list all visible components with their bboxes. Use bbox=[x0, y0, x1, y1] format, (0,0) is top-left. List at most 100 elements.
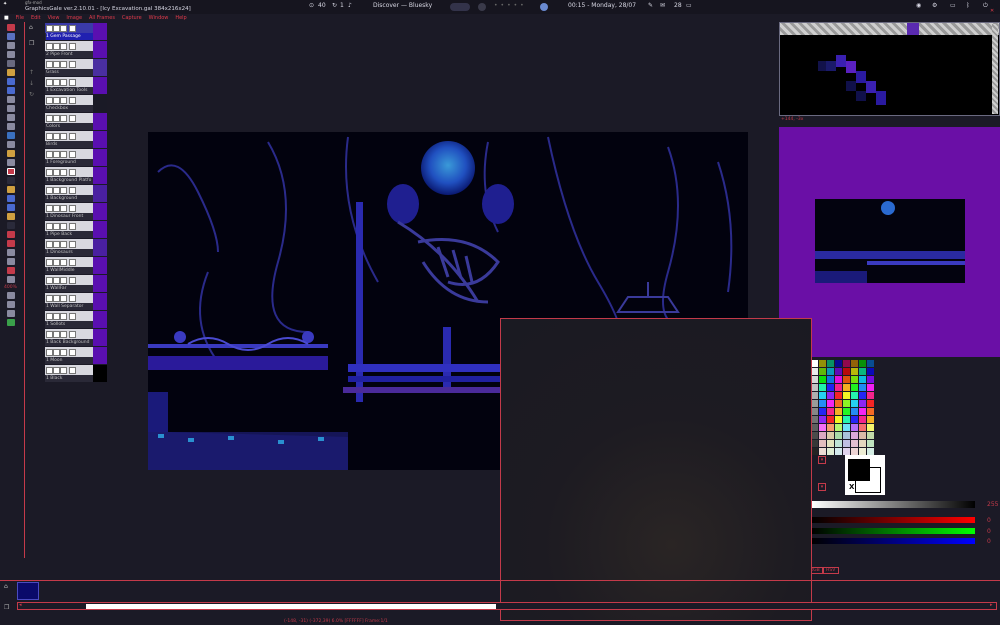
display-icon[interactable]: ▭ bbox=[950, 2, 956, 9]
palette-swatch[interactable] bbox=[811, 416, 818, 423]
palette-swatch[interactable] bbox=[827, 384, 834, 391]
speaker-icon[interactable]: ⊙ bbox=[309, 2, 314, 9]
alpha-checkbox[interactable] bbox=[60, 43, 67, 50]
dropdown-arrow-icon-2[interactable]: ▾ bbox=[818, 483, 826, 491]
tile-tool-icon[interactable] bbox=[7, 276, 15, 283]
palette-swatch[interactable] bbox=[859, 376, 866, 383]
text-tool-icon[interactable] bbox=[7, 150, 15, 157]
lock-checkbox[interactable] bbox=[53, 79, 60, 86]
layer-option-checkbox[interactable] bbox=[69, 367, 76, 374]
floating-popup-window[interactable] bbox=[500, 318, 812, 621]
app-menu-icon[interactable]: ■ bbox=[4, 15, 9, 21]
zoom-navigator[interactable] bbox=[779, 22, 1000, 116]
view-tool-icon-3[interactable] bbox=[7, 310, 15, 317]
alpha-checkbox[interactable] bbox=[60, 277, 67, 284]
replace-color-icon[interactable] bbox=[7, 213, 15, 220]
palette-swatch[interactable] bbox=[851, 400, 858, 407]
palette-swatch[interactable] bbox=[843, 384, 850, 391]
layer-row[interactable]: Checkbox bbox=[45, 95, 107, 112]
palette-swatch[interactable] bbox=[851, 416, 858, 423]
palette-swatch[interactable] bbox=[859, 368, 866, 375]
palette-swatch[interactable] bbox=[811, 432, 818, 439]
palette-swatch[interactable] bbox=[851, 440, 858, 447]
palette-swatch[interactable] bbox=[835, 432, 842, 439]
palette-swatch[interactable] bbox=[859, 384, 866, 391]
palette-swatch[interactable] bbox=[867, 416, 874, 423]
palette-swatch[interactable] bbox=[859, 408, 866, 415]
palette-swatch[interactable] bbox=[835, 368, 842, 375]
lock-checkbox[interactable] bbox=[53, 259, 60, 266]
visibility-checkbox[interactable] bbox=[46, 169, 53, 176]
alpha-checkbox[interactable] bbox=[60, 223, 67, 230]
mail-icon[interactable]: ✉ bbox=[660, 2, 665, 9]
timeline-scrollbar[interactable]: ◂ ▸ bbox=[17, 602, 997, 610]
alpha-checkbox[interactable] bbox=[60, 295, 67, 302]
menu-help[interactable]: Help bbox=[175, 15, 186, 21]
lock-checkbox[interactable] bbox=[53, 25, 60, 32]
alpha-checkbox[interactable] bbox=[60, 115, 67, 122]
visibility-checkbox[interactable] bbox=[46, 259, 53, 266]
layer-option-checkbox[interactable] bbox=[69, 169, 76, 176]
palette-swatch[interactable] bbox=[843, 368, 850, 375]
frame-thumbnail[interactable] bbox=[17, 582, 39, 600]
palette-swatch[interactable] bbox=[819, 440, 826, 447]
layer-row[interactable]: 2 Pipe Front bbox=[45, 41, 107, 58]
palette-swatch[interactable] bbox=[867, 424, 874, 431]
refresh-icon[interactable]: ↻ bbox=[332, 2, 337, 9]
alpha-checkbox[interactable] bbox=[60, 241, 67, 248]
layer-row[interactable]: 1 Wall Separator bbox=[45, 293, 107, 310]
mirror-tool-icon[interactable] bbox=[7, 267, 15, 274]
gamepad-icon[interactable]: ◉ bbox=[916, 2, 921, 9]
frame-add-icon[interactable]: ⌂ bbox=[4, 583, 8, 590]
layer-row[interactable]: 1 Moon bbox=[45, 347, 107, 364]
layer-option-checkbox[interactable] bbox=[69, 331, 76, 338]
green-slider[interactable] bbox=[812, 528, 975, 534]
palette-swatch[interactable] bbox=[843, 448, 850, 455]
palette-swatch[interactable] bbox=[859, 400, 866, 407]
palette-swatch[interactable] bbox=[835, 400, 842, 407]
layer-option-checkbox[interactable] bbox=[69, 115, 76, 122]
layer-down-icon[interactable]: ↓ bbox=[29, 80, 39, 87]
palette-swatch[interactable] bbox=[867, 360, 874, 367]
layer-row[interactable]: 1 Foreground bbox=[45, 149, 107, 166]
alpha-checkbox[interactable] bbox=[60, 169, 67, 176]
alpha-checkbox[interactable] bbox=[60, 151, 67, 158]
select-tool-icon[interactable] bbox=[7, 24, 15, 31]
music-icon[interactable]: ♪ bbox=[348, 2, 352, 9]
palette-swatch[interactable] bbox=[827, 376, 834, 383]
palette-swatch[interactable] bbox=[835, 448, 842, 455]
lock-checkbox[interactable] bbox=[53, 97, 60, 104]
palette-swatch[interactable] bbox=[859, 392, 866, 399]
layer-row[interactable]: 1 Dinosaurs bbox=[45, 239, 107, 256]
menu-edit[interactable]: Edit bbox=[31, 15, 41, 21]
palette-swatch[interactable] bbox=[851, 360, 858, 367]
layer-option-checkbox[interactable] bbox=[69, 277, 76, 284]
layer-option-checkbox[interactable] bbox=[69, 43, 76, 50]
pen-icon[interactable]: ✎ bbox=[648, 2, 653, 9]
layer-option-checkbox[interactable] bbox=[69, 295, 76, 302]
palette-swatch[interactable] bbox=[867, 408, 874, 415]
lasso-tool-icon[interactable] bbox=[7, 42, 15, 49]
palette-swatch[interactable] bbox=[851, 392, 858, 399]
layer-row[interactable]: 1 Back Background bbox=[45, 329, 107, 346]
palette-swatch[interactable] bbox=[827, 416, 834, 423]
palette-swatch[interactable] bbox=[843, 360, 850, 367]
palette-swatch[interactable] bbox=[859, 360, 866, 367]
red-slider[interactable] bbox=[812, 517, 975, 523]
palette-swatch[interactable] bbox=[851, 376, 858, 383]
palette-swatch[interactable] bbox=[843, 416, 850, 423]
duplicate-layer-icon[interactable]: ❐ bbox=[29, 40, 39, 47]
visibility-checkbox[interactable] bbox=[46, 241, 53, 248]
lock-checkbox[interactable] bbox=[53, 169, 60, 176]
visibility-checkbox[interactable] bbox=[46, 367, 53, 374]
menu-file[interactable]: File bbox=[16, 15, 24, 21]
palette-swatch[interactable] bbox=[867, 432, 874, 439]
palette-swatch[interactable] bbox=[819, 392, 826, 399]
palette-swatch[interactable] bbox=[851, 424, 858, 431]
scroll-right-icon[interactable]: ▸ bbox=[990, 602, 993, 608]
palette-swatch[interactable] bbox=[835, 360, 842, 367]
palette-swatch[interactable] bbox=[859, 424, 866, 431]
palette-swatch[interactable] bbox=[867, 368, 874, 375]
app-icon[interactable]: ✦ bbox=[3, 1, 7, 7]
swap-colors-label[interactable]: X bbox=[849, 483, 854, 491]
